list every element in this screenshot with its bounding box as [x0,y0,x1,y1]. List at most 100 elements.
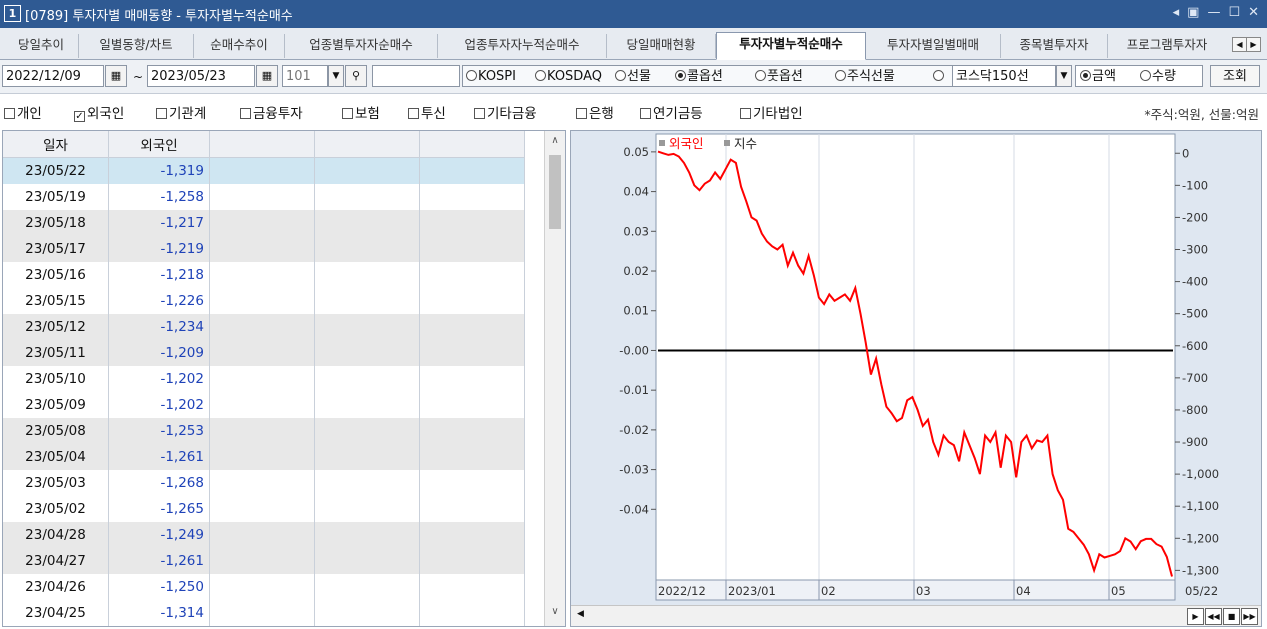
legend-label-index: 지수 [734,136,757,151]
screen-icon[interactable]: ▣ [1187,5,1199,20]
checkbox-other-corporation[interactable]: 기타법인 [740,102,803,122]
table-row[interactable]: 23/05/18 -1,217 [3,210,525,236]
radio-futures[interactable]: 선물 [615,66,651,86]
tab-stock-investor[interactable]: 종목별투자자 [1001,34,1108,58]
end-date-input[interactable]: 2023/05/23 [147,65,255,87]
tab-next-icon[interactable]: ▶ [1246,37,1261,52]
calendar-icon[interactable]: ▦ [256,65,278,87]
checkbox-trust[interactable]: 투신 [408,102,446,122]
tab-investor-cumulative[interactable]: 투자자별누적순매수 [716,32,866,60]
scroll-down-icon[interactable]: ∨ [545,606,565,624]
table-row[interactable]: 23/04/25 -1,314 [3,600,525,626]
checkbox-institution[interactable]: 기관계 [156,102,206,122]
data-grid[interactable]: 일자 외국인 23/05/22 -1,319 23/05/19 -1,258 23/05… [2,130,566,627]
table-row[interactable]: 23/05/09 -1,202 [3,392,525,418]
checkbox-pension[interactable]: 연기금등 [640,102,703,122]
dropdown-arrow-icon[interactable]: ▼ [1056,65,1072,87]
start-date-input[interactable]: 2022/12/09 [2,65,104,87]
radio-kosdaq[interactable]: KOSDAQ [535,66,602,86]
table-row[interactable]: 23/04/27 -1,261 [3,548,525,574]
checkbox-insurance[interactable]: 보험 [342,102,380,122]
scroll-left-icon[interactable]: ◀ [577,609,584,619]
scroll-up-icon[interactable]: ∧ [545,135,565,153]
checkbox-box [342,108,353,119]
table-row[interactable]: 23/05/10 -1,202 [3,366,525,392]
query-button[interactable]: 조회 [1210,65,1260,87]
radio-quantity[interactable]: 수량 [1140,66,1176,86]
cell-foreign-value: -1,258 [108,184,210,210]
left-tick-label: -0.04 [619,502,649,516]
radio-put-option[interactable]: 풋옵션 [755,66,803,86]
radio-dot [835,70,846,81]
tab-prev-icon[interactable]: ◀ [1232,37,1247,52]
tab-scroll-arrows: ◀ ▶ [1232,36,1261,52]
maximize-icon[interactable]: ☐ [1228,5,1240,20]
table-row[interactable]: 23/05/08 -1,253 [3,418,525,444]
tab-net-buy-trend[interactable]: 순매수추이 [194,34,285,58]
table-row[interactable]: 23/05/04 -1,261 [3,444,525,470]
table-row[interactable]: 23/05/11 -1,209 [3,340,525,366]
table-row[interactable]: 23/05/12 -1,234 [3,314,525,340]
calendar-icon[interactable]: ▦ [105,65,127,87]
right-tick-label: -300 [1182,243,1208,257]
tab-today-trading[interactable]: 당일매매현황 [607,34,716,58]
radio-stock-futures[interactable]: 주식선물 [835,66,895,86]
right-tick-label: -600 [1182,339,1208,353]
stop-icon[interactable]: ■ [1223,608,1240,625]
radio-dot [535,70,546,81]
header-date[interactable]: 일자 [3,131,109,158]
table-row[interactable]: 23/05/15 -1,226 [3,288,525,314]
radio-kospi[interactable]: KOSPI [466,66,516,86]
checkbox-box [740,108,751,119]
checkbox-bank[interactable]: 은행 [576,102,614,122]
close-icon[interactable]: ✕ [1248,5,1259,20]
table-row[interactable]: 23/05/19 -1,258 [3,184,525,210]
table-row[interactable]: 23/05/17 -1,219 [3,236,525,262]
play-icon[interactable]: ▶ [1187,608,1204,625]
vertical-scrollbar[interactable]: ∧ ∨ [544,131,565,626]
cell-empty [209,392,315,418]
scroll-thumb[interactable] [549,155,561,229]
header-empty [314,131,420,158]
checkbox-box [4,108,15,119]
table-row[interactable]: 23/04/26 -1,250 [3,574,525,600]
rewind-icon[interactable]: ◀◀ [1205,608,1222,625]
checkbox-financial-investment[interactable]: 금융투자 [240,102,303,122]
dropdown-arrow-icon[interactable]: ▼ [328,65,344,87]
search-icon[interactable]: ⚲ [345,65,367,87]
table-row[interactable]: 23/04/28 -1,249 [3,522,525,548]
investor-filter-bar: 개인 ✓ 외국인 기관계 금융투자 보험 투신 기타금융 은행 연기금등 기타법인… [0,95,1267,125]
minimize-icon[interactable]: — [1207,5,1220,20]
radio-amount[interactable]: 금액 [1080,66,1116,86]
checkbox-box [156,108,167,119]
cell-empty [314,600,420,626]
checkbox-other-financial[interactable]: 기타금융 [474,102,537,122]
fast-forward-icon[interactable]: ▶▶ [1241,608,1258,625]
table-row[interactable]: 23/05/22 -1,319 [3,157,525,184]
name-field[interactable] [372,65,460,87]
tab-sector-investor-cumulative[interactable]: 업종투자자누적순매수 [438,34,607,58]
header-foreign[interactable]: 외국인 [108,131,210,158]
radio-dot [755,70,766,81]
radio-call-option[interactable]: 콜옵션 [675,66,723,86]
tab-investor-daily[interactable]: 투자자별일별매매 [866,34,1001,58]
window-controls: ◂ ▣ — ☐ ✕ [1165,5,1259,20]
tab-program-investor[interactable]: 프로그램투자자 [1108,34,1226,58]
cell-empty [209,366,315,392]
index-select[interactable]: 코스닥150선 [952,65,1056,87]
table-row[interactable]: 23/05/03 -1,268 [3,470,525,496]
checkbox-foreign[interactable]: ✓ 외국인 [74,102,124,122]
code-input[interactable]: 101 [282,65,328,87]
cell-empty [209,522,315,548]
radio-index-option[interactable] [933,66,945,86]
table-row[interactable]: 23/05/02 -1,265 [3,496,525,522]
table-row[interactable]: 23/05/16 -1,218 [3,262,525,288]
tab-daily-chart[interactable]: 일별동향/차트 [79,34,194,58]
horizontal-scrollbar[interactable]: ◀ ▶ ◀◀ ■ ▶▶ [571,605,1261,626]
cell-empty [209,157,315,184]
tab-daily-trend[interactable]: 당일추이 [4,34,79,58]
checkbox-individual[interactable]: 개인 [4,102,42,122]
cell-foreign-value: -1,234 [108,314,210,340]
tab-sector-investor-net[interactable]: 업종별투자자순매수 [285,34,438,58]
left-arrow-icon[interactable]: ◂ [1173,5,1180,20]
